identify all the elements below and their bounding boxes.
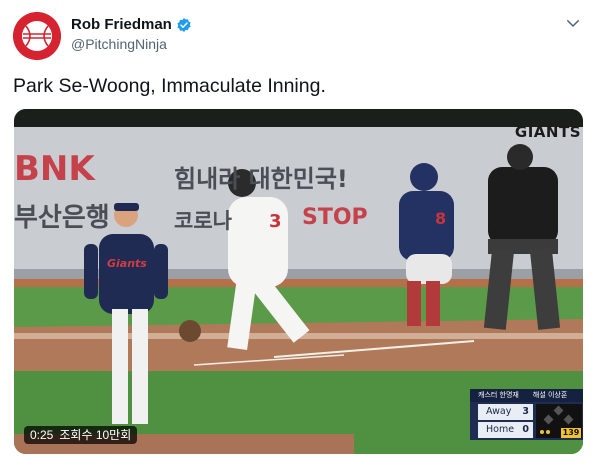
away-label: Away bbox=[486, 406, 512, 417]
chevron-down-icon[interactable] bbox=[564, 14, 582, 32]
commentator-label: 해설 이상훈 bbox=[532, 391, 568, 399]
video-badge: 0:25 조회수 10만회 bbox=[24, 426, 138, 444]
home-row: Home 0 bbox=[478, 422, 533, 438]
banner-bank: 부산은행 bbox=[14, 203, 110, 233]
home-label: Home bbox=[486, 424, 515, 435]
svg-text:8: 8 bbox=[435, 209, 446, 228]
author-name-row[interactable]: Rob Friedman bbox=[71, 16, 192, 34]
giants-logo: GIANTS bbox=[514, 123, 581, 141]
banner-bnk: BNK bbox=[14, 149, 95, 189]
avatar[interactable] bbox=[13, 12, 61, 60]
home-score: 0 bbox=[522, 424, 529, 435]
tweet-text: Park Se-Woong, Immaculate Inning. bbox=[13, 75, 326, 97]
verified-badge-icon bbox=[177, 18, 191, 32]
author-info: Rob Friedman @PitchingNinja bbox=[71, 16, 192, 53]
pitch-count: 139 bbox=[561, 428, 581, 438]
banner-corona: 코로나 bbox=[174, 209, 232, 233]
video-duration: 0:25 bbox=[30, 428, 54, 442]
away-row: Away 3 bbox=[478, 404, 533, 420]
scoreboard-header: 캐스터 한명재 해설 이상훈 bbox=[470, 389, 583, 402]
baseball-avatar-icon bbox=[13, 12, 61, 60]
video-views: 조회수 10만회 bbox=[59, 428, 132, 442]
banner-slogan: 힘내라 대한민국! bbox=[174, 165, 348, 193]
display-name[interactable]: Rob Friedman bbox=[71, 16, 172, 34]
caster-label: 캐스터 한명재 bbox=[478, 391, 519, 399]
svg-text:3: 3 bbox=[269, 211, 282, 232]
banner-stop: STOP bbox=[302, 205, 368, 230]
user-handle[interactable]: @PitchingNinja bbox=[71, 35, 192, 53]
jersey-text: Giants bbox=[107, 257, 147, 270]
tweet-header: Rob Friedman @PitchingNinja bbox=[13, 12, 588, 60]
video-player[interactable]: 3 8 BNK 힘내라 대한민국! 부산은행 코로나 STOP Giants G… bbox=[14, 109, 583, 454]
scoreboard: 캐스터 한명재 해설 이상훈 Away 3 Home 0 139 bbox=[470, 389, 583, 440]
away-score: 3 bbox=[522, 406, 529, 417]
